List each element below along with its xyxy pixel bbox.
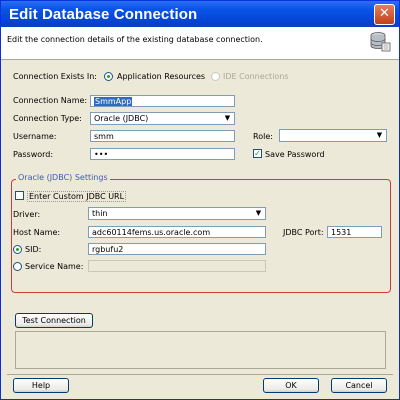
jdbc-port-label: JDBC Port: [283, 228, 324, 237]
connection-type-select[interactable]: Oracle (JDBC) ▼ [90, 112, 235, 125]
cancel-button[interactable]: Cancel [331, 378, 387, 393]
connection-type-value: Oracle (JDBC) [94, 114, 149, 123]
connection-exists-in-label: Connection Exists In: [13, 72, 97, 81]
radio-application-resources[interactable] [104, 72, 113, 81]
connection-type-label: Connection Type: [13, 114, 82, 123]
chevron-down-icon[interactable]: ▼ [253, 208, 264, 219]
username-value: smm [94, 132, 114, 141]
chevron-down-icon[interactable]: ▼ [374, 130, 385, 141]
jdbc-port-input[interactable]: 1531 [327, 226, 382, 238]
radio-sid[interactable] [13, 245, 22, 254]
password-input[interactable]: ••• [90, 148, 235, 160]
connection-name-label: Connection Name: [13, 96, 88, 105]
ide-connections-label: IDE Connections [223, 72, 289, 81]
username-input[interactable]: smm [90, 130, 235, 142]
sid-label: SID: [25, 245, 42, 254]
service-name-input [88, 260, 266, 272]
save-password-label: Save Password [265, 150, 325, 159]
driver-value: thin [92, 209, 108, 218]
username-label: Username: [13, 132, 57, 141]
chevron-down-icon[interactable]: ▼ [222, 113, 233, 124]
role-label: Role: [253, 132, 273, 141]
password-value: ••• [94, 150, 109, 159]
footer-divider [7, 374, 393, 375]
connection-name-input[interactable]: SmmApp [90, 95, 235, 107]
host-name-label: Host Name: [13, 228, 61, 237]
driver-label: Driver: [13, 210, 41, 219]
edit-database-connection-dialog: Edit Database Connection ✕ Edit the conn… [0, 0, 400, 400]
oracle-settings-title: Oracle (JDBC) Settings [16, 173, 110, 182]
test-results-area [15, 331, 386, 369]
help-button[interactable]: Help [13, 378, 69, 393]
close-icon[interactable]: ✕ [374, 4, 395, 25]
database-icon [370, 32, 391, 52]
service-name-label: Service Name: [25, 262, 84, 271]
application-resources-label: Application Resources [117, 72, 206, 81]
window-title: Edit Database Connection [9, 6, 198, 23]
driver-select[interactable]: thin ▼ [88, 207, 266, 220]
ok-button[interactable]: OK [263, 378, 319, 393]
connection-name-value: SmmApp [94, 97, 133, 106]
host-name-input[interactable]: adc60114fems.us.oracle.com [88, 226, 266, 238]
custom-jdbc-url-label: Enter Custom JDBC URL [27, 191, 127, 202]
radio-service-name[interactable] [13, 262, 22, 271]
host-name-value: adc60114fems.us.oracle.com [92, 228, 211, 237]
sid-value: rgbufu2 [92, 245, 124, 254]
dialog-header: Edit the connection details of the exist… [1, 27, 399, 60]
test-connection-button[interactable]: Test Connection [15, 313, 93, 328]
radio-ide-connections [211, 72, 220, 81]
title-bar[interactable]: Edit Database Connection ✕ [1, 1, 399, 27]
custom-jdbc-url-checkbox[interactable] [15, 191, 24, 200]
password-label: Password: [13, 150, 54, 159]
save-password-checkbox[interactable]: ✓ [253, 149, 262, 158]
jdbc-port-value: 1531 [331, 228, 352, 237]
role-select[interactable]: ▼ [279, 129, 387, 142]
header-description: Edit the connection details of the exist… [7, 35, 263, 44]
sid-input[interactable]: rgbufu2 [88, 243, 266, 255]
